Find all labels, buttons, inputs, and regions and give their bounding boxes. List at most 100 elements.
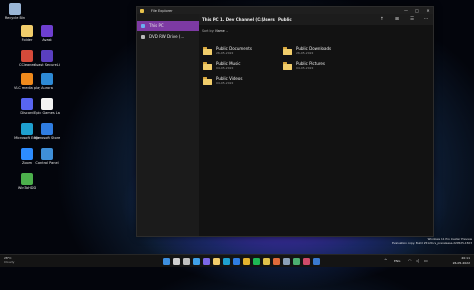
- folder-item-public-videos[interactable]: Public Videos 04-05-2022: [203, 76, 283, 90]
- store-icon: [41, 123, 53, 135]
- weather-widget[interactable]: 28°C Cloudy: [4, 256, 14, 264]
- app-icon[interactable]: [303, 257, 310, 265]
- more-icon[interactable]: ⋯: [421, 14, 431, 25]
- store-taskbar-icon[interactable]: [233, 257, 240, 265]
- desktop-icon-label: Avast: [42, 38, 52, 42]
- app-icon: [41, 25, 53, 37]
- title-bar[interactable]: File Explorer — □ ✕: [137, 7, 433, 14]
- new-folder-icon[interactable]: ⊞: [392, 14, 402, 25]
- tray-chevron-icon[interactable]: ^: [384, 255, 387, 267]
- desktop-icon-secureline[interactable]: Avast SecureLine: [34, 50, 60, 67]
- desktop-icon-label: WinToHDD: [17, 186, 37, 190]
- folder-date: 04-05-2022: [216, 81, 234, 85]
- close-button[interactable]: ✕: [423, 7, 433, 14]
- folder-date: 26-05-2022: [296, 51, 314, 55]
- folder-icon: [283, 47, 292, 55]
- ccleaner-icon: [21, 50, 33, 62]
- watermark-line: Evaluation copy. Build 25120.rs_prerelea…: [392, 240, 472, 245]
- folder-date: 04-05-2022: [296, 66, 314, 70]
- recycle-bin-icon: [9, 3, 21, 15]
- folder-item-public-music[interactable]: Public Music 04-05-2022: [203, 61, 283, 75]
- folder-item-public-documents[interactable]: Public Documents 26-05-2022: [203, 46, 283, 60]
- language-indicator[interactable]: ENG: [394, 255, 400, 267]
- window-title: File Explorer: [151, 8, 173, 13]
- clock-date: 26-05-2022: [452, 260, 470, 265]
- shield-icon: [41, 50, 53, 62]
- file-explorer-taskbar-icon[interactable]: [213, 257, 220, 265]
- chat-icon[interactable]: [203, 257, 210, 265]
- desktop-icon-recycle-bin[interactable]: Recycle Bin: [2, 3, 28, 20]
- breadcrumb-separator: ›: [215, 17, 217, 22]
- desktop-icon-label: Recycle Bin: [4, 16, 26, 20]
- chevron-down-icon: ⌄: [225, 29, 229, 33]
- monitor-icon: [141, 24, 145, 28]
- edge-icon: [21, 123, 33, 135]
- app-icon[interactable]: [283, 257, 290, 265]
- desktop-icon-wintohdd[interactable]: WinToHDD: [14, 173, 40, 190]
- sort-label: Sort by:: [202, 29, 215, 33]
- app-icon: [21, 173, 33, 185]
- windows-watermark: Windows 11 Pro Insider Preview Evaluatio…: [352, 237, 472, 245]
- task-view-icon[interactable]: [183, 257, 190, 265]
- spotify-icon[interactable]: [253, 257, 260, 265]
- widgets-icon[interactable]: [193, 257, 200, 265]
- app-icon[interactable]: [293, 257, 300, 265]
- desktop-icons: Recycle Bin Folder Avast CCleaner Avast …: [0, 0, 60, 254]
- sidebar-item-this-pc[interactable]: This PC: [137, 21, 199, 31]
- battery-icon[interactable]: ▭: [424, 255, 428, 267]
- content-pane: This PC › 1. Dev Channel (C:) › Users › …: [199, 14, 433, 236]
- file-explorer-window: File Explorer — □ ✕ This PC DVD RW Drive…: [136, 6, 434, 237]
- file-explorer-icon: [140, 8, 144, 13]
- desktop-icon-store[interactable]: Microsoft Store: [34, 123, 60, 140]
- breadcrumb-public[interactable]: Public: [278, 14, 292, 25]
- sidebar-item-dvd-drive[interactable]: DVD RW Drive (...: [137, 32, 199, 42]
- folder-icon: [283, 62, 292, 70]
- chrome-icon[interactable]: [243, 257, 250, 265]
- view-icon[interactable]: ☰: [407, 14, 417, 25]
- desktop-icon-avast[interactable]: Avast: [34, 25, 60, 42]
- system-clock[interactable]: 20:11 26-05-2022: [453, 256, 470, 265]
- folder-date: 26-05-2022: [216, 51, 234, 55]
- address-bar[interactable]: This PC › 1. Dev Channel (C:) › Users › …: [199, 14, 433, 25]
- app-icon[interactable]: [273, 257, 280, 265]
- zoom-icon: [21, 148, 33, 160]
- folder-icon: [21, 25, 33, 37]
- taskbar: 28°C Cloudy ^ ENG ◠ ◁ ▭ 20:11 26-05-2022: [0, 254, 474, 267]
- disc-drive-icon: [141, 35, 145, 39]
- desktop-icon-epic[interactable]: Epic Games Launcher: [34, 98, 60, 115]
- wifi-icon[interactable]: ◠: [408, 255, 412, 267]
- app-icon[interactable]: [263, 257, 270, 265]
- desktop-icon-aurora[interactable]: Aurora: [34, 73, 60, 90]
- epic-icon: [41, 98, 53, 110]
- search-icon[interactable]: [173, 257, 180, 265]
- control-panel-icon: [41, 148, 53, 160]
- app-icon[interactable]: [313, 257, 320, 265]
- desktop-icon-label: Microsoft Store: [34, 136, 60, 140]
- sidebar-item-label: This PC: [149, 23, 164, 28]
- up-arrow-icon[interactable]: ↑: [377, 14, 387, 25]
- weather-desc: Cloudy: [4, 260, 15, 264]
- app-icon: [41, 73, 53, 85]
- vlc-icon: [21, 73, 33, 85]
- maximize-button[interactable]: □: [412, 7, 422, 14]
- discord-icon: [21, 98, 33, 110]
- folder-icon: [203, 62, 212, 70]
- folder-item-public-downloads[interactable]: Public Downloads 26-05-2022: [283, 46, 363, 60]
- sort-value: Name: [215, 29, 225, 33]
- edge-taskbar-icon[interactable]: [223, 257, 230, 265]
- folder-item-public-pictures[interactable]: Public Pictures 04-05-2022: [283, 61, 363, 75]
- navigation-pane: This PC DVD RW Drive (...: [137, 14, 199, 236]
- breadcrumb-separator: ›: [257, 17, 259, 22]
- minimize-button[interactable]: —: [401, 7, 411, 14]
- desktop-icon-label: Aurora: [41, 86, 53, 90]
- start-icon[interactable]: [163, 257, 170, 265]
- speaker-icon[interactable]: ◁: [416, 255, 419, 267]
- desktop-icon-control-panel[interactable]: Control Panel: [34, 148, 60, 165]
- desktop-icon-label: Control Panel: [35, 161, 59, 165]
- desktop-icon-label: Epic Games Launcher: [34, 111, 60, 115]
- folder-icon: [203, 47, 212, 55]
- folder-date: 04-05-2022: [216, 66, 234, 70]
- breadcrumb-separator: ›: [273, 17, 275, 22]
- sidebar-item-label: DVD RW Drive (...: [149, 34, 185, 39]
- sort-control[interactable]: Sort by: Name ⌄: [202, 28, 228, 34]
